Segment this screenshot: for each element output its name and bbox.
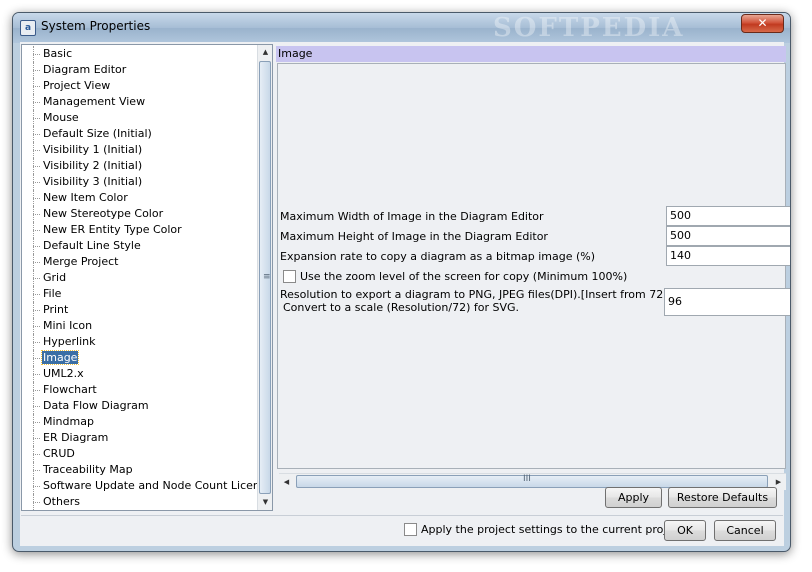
close-icon: ✕	[757, 16, 768, 30]
expansion-rate-input[interactable]: 140	[666, 246, 790, 266]
tree-item-label: Mindmap	[43, 415, 94, 428]
tree-item-label: Default Line Style	[43, 239, 141, 252]
restore-defaults-button[interactable]: Restore Defaults	[668, 487, 777, 508]
tree-item-label: Management View	[43, 95, 146, 108]
panel-body: Maximum Width of Image in the Diagram Ed…	[277, 63, 790, 490]
window-title: System Properties	[41, 19, 151, 33]
tree-item-label: Visibility 1 (Initial)	[43, 143, 143, 156]
tree-item[interactable]: Basic	[22, 46, 258, 62]
max-height-input[interactable]: 500	[666, 226, 790, 246]
panel-header: Image	[276, 46, 786, 62]
tree-item[interactable]: Traceability Map	[22, 462, 258, 478]
tree-item-label: New ER Entity Type Color	[43, 223, 182, 236]
tree-item[interactable]: Default Size (Initial)	[22, 126, 258, 142]
resolution-label: Resolution to export a diagram to PNG, J…	[280, 288, 710, 314]
tree-item-label: New Stereotype Color	[43, 207, 164, 220]
resolution-label-line-1: Resolution to export a diagram to PNG, J…	[280, 288, 711, 301]
tree-item-label: Visibility 3 (Initial)	[43, 175, 143, 188]
tree-item[interactable]: New Item Color	[22, 190, 258, 206]
resolution-label-line-2: Convert to a scale (Resolution/72) for S…	[283, 301, 520, 314]
max-width-label: Maximum Width of Image in the Diagram Ed…	[280, 210, 544, 223]
tree-item-label: Merge Project	[43, 255, 119, 268]
project-settings-label: Apply the project settings to the curren…	[421, 523, 684, 536]
title-bar[interactable]: a System Properties SOFTPEDIA ✕	[13, 13, 790, 43]
image-settings-panel: Image Maximum Width of Image in the Diag…	[276, 46, 790, 511]
tree-item[interactable]: Mouse	[22, 110, 258, 126]
tree-item-label: Mouse	[43, 111, 79, 124]
tree-item-label: Visibility 2 (Initial)	[43, 159, 143, 172]
zoom-level-label: Use the zoom level of the screen for cop…	[300, 270, 628, 283]
tree-item[interactable]: ER Diagram	[22, 430, 258, 446]
zoom-level-checkbox[interactable]	[283, 270, 296, 283]
resolution-input[interactable]: 96	[664, 288, 790, 316]
tree-item-label: Others	[43, 495, 80, 508]
tree-item[interactable]: Hyperlink	[22, 334, 258, 350]
tree-item[interactable]: Data Flow Diagram	[22, 398, 258, 414]
tree-item[interactable]: Default Line Style	[22, 238, 258, 254]
expansion-rate-label: Expansion rate to copy a diagram as a bi…	[280, 250, 596, 263]
tree-item-label: Flowchart	[43, 383, 97, 396]
app-icon: a	[20, 20, 36, 36]
tree-item-label: Basic	[43, 47, 73, 60]
tree-item[interactable]: Others	[22, 494, 258, 510]
tree-item[interactable]: File	[22, 286, 258, 302]
tree-item-label: Project View	[43, 79, 111, 92]
scroll-up-icon[interactable]: ▲	[258, 45, 273, 60]
tree-item[interactable]: Merge Project	[22, 254, 258, 270]
tree-item-label: ER Diagram	[43, 431, 109, 444]
max-width-input[interactable]: 500	[666, 206, 790, 226]
hscroll-grip-icon: III	[523, 474, 531, 484]
zoom-level-option[interactable]: Use the zoom level of the screen for cop…	[283, 270, 627, 283]
dialog-client-area: Basic Diagram Editor Project View Managemen…	[20, 42, 790, 546]
tree-item-label: CRUD	[43, 447, 75, 460]
tree-item[interactable]: Flowchart	[22, 382, 258, 398]
project-settings-option[interactable]: Apply the project settings to the curren…	[404, 523, 684, 536]
tree-item[interactable]: Grid	[22, 270, 258, 286]
max-height-label: Maximum Height of Image in the Diagram E…	[280, 230, 548, 243]
cancel-button[interactable]: Cancel	[714, 520, 776, 541]
tree-item[interactable]: Visibility 1 (Initial)	[22, 142, 258, 158]
tree-item[interactable]: New ER Entity Type Color	[22, 222, 258, 238]
tree-item[interactable]: Mini Icon	[22, 318, 258, 334]
scroll-grip-icon: ≡	[263, 272, 271, 282]
system-properties-window: a System Properties SOFTPEDIA ✕ Basic Dia…	[12, 12, 791, 552]
tree-item-label: Grid	[43, 271, 67, 284]
tree-item-label: New Item Color	[43, 191, 128, 204]
apply-button[interactable]: Apply	[605, 487, 662, 508]
tree-item[interactable]: UML2.x	[22, 366, 258, 382]
tree-item-label: Hyperlink	[43, 335, 96, 348]
tree-item-label: UML2.x	[43, 367, 84, 380]
category-tree: Basic Diagram Editor Project View Managemen…	[21, 44, 273, 511]
watermark: SOFTPEDIA	[493, 13, 685, 43]
tree-item[interactable]: Project View	[22, 78, 258, 94]
tree-item-label: File	[43, 287, 62, 300]
scroll-down-icon[interactable]: ▼	[258, 495, 273, 510]
tree-item[interactable]: Diagram Editor	[22, 62, 258, 78]
tree-item[interactable]: Software Update and Node Count License	[22, 478, 258, 494]
tree-vertical-scrollbar[interactable]: ▲ ≡ ▼	[257, 45, 272, 510]
tree-scroll-thumb[interactable]: ≡	[259, 61, 271, 494]
tree-item-label: Mini Icon	[43, 319, 93, 332]
tree-item[interactable]: Visibility 2 (Initial)	[22, 158, 258, 174]
tree-item[interactable]: New Stereotype Color	[22, 206, 258, 222]
tree-item-label: Default Size (Initial)	[43, 127, 152, 140]
ok-button[interactable]: OK	[664, 520, 706, 541]
project-settings-checkbox[interactable]	[404, 523, 417, 536]
tree-item-label: Software Update and Node Count License	[43, 479, 258, 492]
tree-item-label: Print	[43, 303, 69, 316]
tree-item[interactable]: Image	[22, 350, 258, 366]
tree-item[interactable]: Mindmap	[22, 414, 258, 430]
tree-item-label: Traceability Map	[43, 463, 133, 476]
tree-item[interactable]: Visibility 3 (Initial)	[22, 174, 258, 190]
tree-item-label: Diagram Editor	[43, 63, 127, 76]
dialog-footer: Apply the project settings to the curren…	[21, 515, 783, 545]
tree-item[interactable]: CRUD	[22, 446, 258, 462]
close-button[interactable]: ✕	[741, 14, 784, 33]
tree-item-label: Data Flow Diagram	[43, 399, 149, 412]
category-tree-list: Basic Diagram Editor Project View Managemen…	[22, 45, 258, 510]
tree-item[interactable]: Management View	[22, 94, 258, 110]
scroll-left-icon[interactable]: ◀	[279, 474, 294, 490]
tree-item-label: Image	[40, 350, 80, 365]
tree-item[interactable]: Print	[22, 302, 258, 318]
